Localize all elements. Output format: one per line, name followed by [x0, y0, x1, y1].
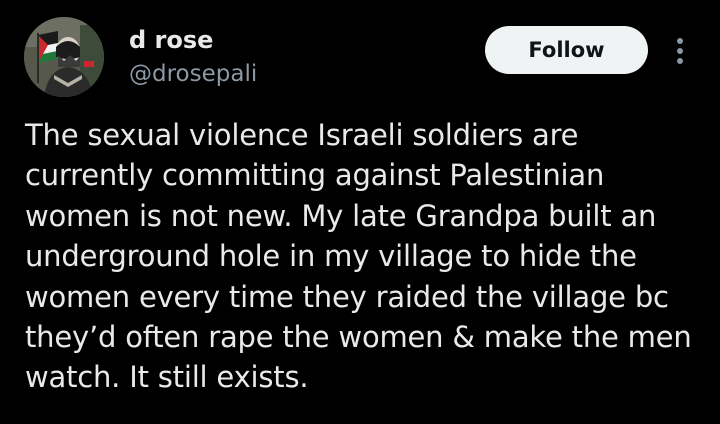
author-display-name[interactable]: d rose: [129, 24, 213, 56]
more-options-button[interactable]: [666, 34, 696, 68]
post-card: d rose @drosepali Follow The sexual viol…: [0, 0, 720, 424]
avatar[interactable]: [24, 17, 104, 97]
author-handle[interactable]: @drosepali: [129, 59, 257, 89]
follow-button[interactable]: Follow: [485, 26, 648, 74]
avatar-photo-icon: [24, 17, 104, 97]
post-text: The sexual violence Israeli soldiers are…: [25, 118, 692, 395]
